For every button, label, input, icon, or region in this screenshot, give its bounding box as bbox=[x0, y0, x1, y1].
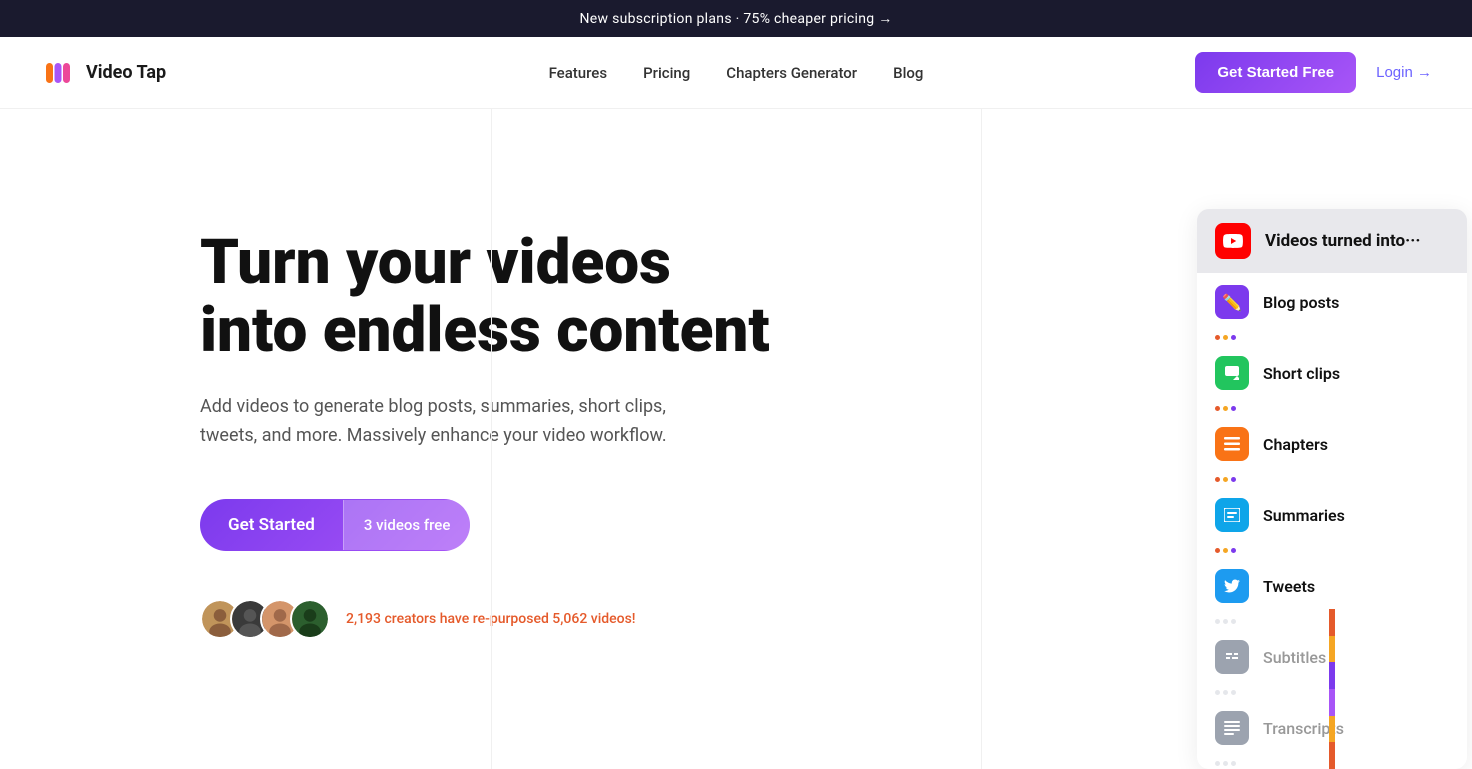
navbar: Video Tap Features Pricing Chapters Gene… bbox=[0, 37, 1472, 109]
divider-1 bbox=[1197, 331, 1467, 344]
social-proof-text: 2,193 creators have re-purposed 5,062 vi… bbox=[346, 611, 636, 627]
nav-get-started-button[interactable]: Get Started Free bbox=[1195, 52, 1356, 93]
hero-title: Turn your videos into endless content bbox=[200, 229, 770, 365]
avatar-img bbox=[292, 601, 328, 637]
logo-icon bbox=[40, 55, 76, 91]
logo-link[interactable]: Video Tap bbox=[40, 55, 166, 91]
hero-cta-badge: 3 videos free bbox=[343, 500, 471, 550]
blog-posts-label: Blog posts bbox=[1263, 293, 1339, 312]
feature-item-tweets: Tweets bbox=[1197, 557, 1467, 615]
bottom-stripes bbox=[1312, 609, 1352, 769]
short-clips-icon bbox=[1215, 356, 1249, 390]
blog-posts-icon: ✏️ bbox=[1215, 285, 1249, 319]
avatar bbox=[290, 599, 330, 639]
feature-item-summaries: Summaries bbox=[1197, 486, 1467, 544]
right-panel: Videos turned into··· ✏️ Blog posts Shor… bbox=[1192, 109, 1472, 769]
short-clips-label: Short clips bbox=[1263, 364, 1340, 383]
nav-chapters-generator[interactable]: Chapters Generator bbox=[726, 64, 857, 82]
feature-item-chapters: Chapters bbox=[1197, 415, 1467, 473]
hero-cta-main-text: Get Started bbox=[200, 499, 343, 551]
nav-features[interactable]: Features bbox=[549, 64, 607, 82]
nav-right: Get Started Free Login → bbox=[1195, 52, 1432, 93]
transcripts-icon bbox=[1215, 711, 1249, 745]
top-banner[interactable]: New subscription plans · 75% cheaper pri… bbox=[0, 0, 1472, 37]
social-proof: 2,193 creators have re-purposed 5,062 vi… bbox=[200, 599, 770, 639]
hero-cta-button[interactable]: Get Started 3 videos free bbox=[200, 499, 470, 551]
hero-subtitle: Add videos to generate blog posts, summa… bbox=[200, 393, 720, 451]
chapters-icon bbox=[1215, 427, 1249, 461]
summaries-icon bbox=[1215, 498, 1249, 532]
nav-pricing[interactable]: Pricing bbox=[643, 64, 690, 82]
divider-3 bbox=[1197, 473, 1467, 486]
divider-4 bbox=[1197, 544, 1467, 557]
feature-header-text: Videos turned into··· bbox=[1265, 231, 1420, 251]
nav-blog[interactable]: Blog bbox=[893, 64, 923, 82]
tweets-label: Tweets bbox=[1263, 577, 1315, 596]
feature-item-short-clips: Short clips bbox=[1197, 344, 1467, 402]
tweets-icon bbox=[1215, 569, 1249, 603]
nav-links: Features Pricing Chapters Generator Blog bbox=[549, 63, 924, 82]
summaries-label: Summaries bbox=[1263, 506, 1345, 525]
youtube-icon bbox=[1215, 223, 1251, 259]
logo-text: Video Tap bbox=[86, 62, 166, 83]
divider-2 bbox=[1197, 402, 1467, 415]
hero-section: Turn your videos into endless content Ad… bbox=[0, 109, 1472, 769]
feature-item-blog-posts: ✏️ Blog posts bbox=[1197, 273, 1467, 331]
feature-header: Videos turned into··· bbox=[1197, 209, 1467, 273]
hero-text: Turn your videos into endless content Ad… bbox=[200, 189, 770, 639]
avatar-group bbox=[200, 599, 330, 639]
banner-text: New subscription plans · 75% cheaper pri… bbox=[579, 11, 892, 27]
nav-login-button[interactable]: Login → bbox=[1376, 64, 1432, 81]
chapters-label: Chapters bbox=[1263, 435, 1328, 454]
subtitles-icon bbox=[1215, 640, 1249, 674]
